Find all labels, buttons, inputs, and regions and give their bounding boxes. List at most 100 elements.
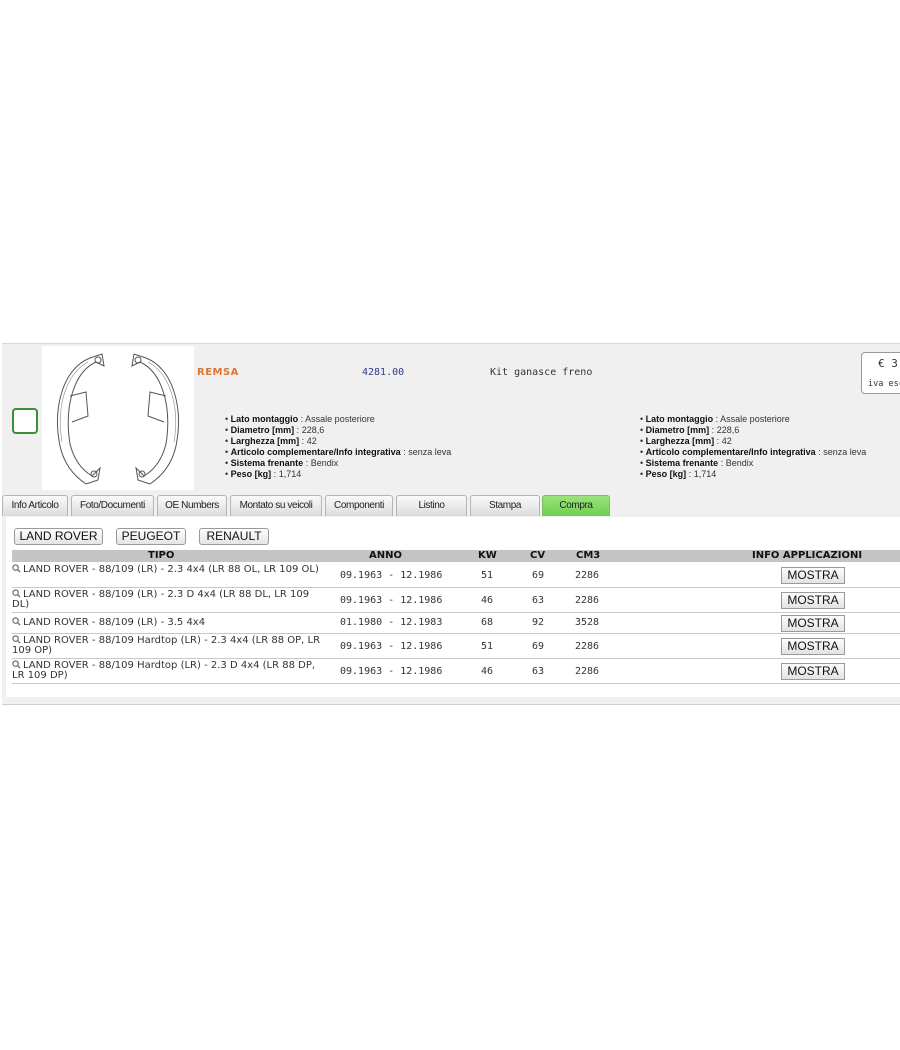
table-row: LAND ROVER - 88/109 (LR) - 2.3 4x4 (LR 8… (12, 563, 900, 588)
cell-anno: 09.1963 - 12.1986 (340, 570, 443, 581)
table-row: LAND ROVER - 88/109 (LR) - 2.3 D 4x4 (LR… (12, 588, 900, 613)
tab-compra[interactable]: Compra (542, 495, 610, 516)
cell-cv: 63 (532, 595, 545, 606)
spec-item: Diametro [mm] : 228,6 (640, 425, 866, 436)
spec-item: Peso [kg] : 1,714 (640, 469, 866, 480)
spec-item: Lato montaggio : Assale posteriore (225, 414, 451, 425)
tipo-text: LAND ROVER - 88/109 (LR) - 2.3 4x4 (LR 8… (23, 564, 319, 575)
header-anno: ANNO (369, 550, 402, 561)
spec-value: 228,6 (301, 425, 325, 435)
filter-renault-button[interactable]: RENAULT (199, 528, 269, 545)
spec-value: 228,6 (716, 425, 740, 435)
cell-anno: 09.1963 - 12.1986 (340, 666, 443, 677)
spec-label: Lato montaggio (645, 414, 714, 424)
tab-componenti[interactable]: Componenti (325, 495, 393, 516)
cell-anno: 01.1980 - 12.1983 (340, 617, 443, 628)
tipo-text: LAND ROVER - 88/109 Hardtop (LR) - 2.3 4… (12, 635, 321, 656)
spec-label: Larghezza [mm] (230, 436, 300, 446)
product-image (42, 346, 194, 490)
cell-cv: 69 (532, 641, 545, 652)
search-icon (12, 617, 21, 626)
spec-item: Larghezza [mm] : 42 (640, 436, 866, 447)
cell-tipo[interactable]: LAND ROVER - 88/109 (LR) - 2.3 4x4 (LR 8… (12, 564, 327, 575)
tab-stampa[interactable]: Stampa (470, 495, 540, 516)
cell-kw: 46 (481, 666, 494, 677)
specs-list: Lato montaggio : Assale posteriore Diame… (225, 414, 452, 480)
spec-item: Peso [kg] : 1,714 (225, 469, 451, 480)
spec-label: Peso [kg] (230, 469, 272, 479)
spec-value: Assale posteriore (305, 414, 375, 424)
search-icon (12, 635, 21, 644)
spec-label: Diametro [mm] (230, 425, 295, 435)
tab-montato-su-veicoli[interactable]: Montato su veicoli (230, 495, 322, 516)
filter-land-rover-button[interactable]: LAND ROVER (14, 528, 103, 545)
mostra-button[interactable]: MOSTRA (781, 567, 845, 584)
spec-label: Peso [kg] (645, 469, 687, 479)
search-icon (12, 660, 21, 669)
cell-tipo[interactable]: LAND ROVER - 88/109 Hardtop (LR) - 2.3 4… (12, 635, 327, 656)
header-cm3: CM3 (576, 550, 601, 561)
table-row: LAND ROVER - 88/109 Hardtop (LR) - 2.3 D… (12, 659, 900, 684)
search-icon (12, 564, 21, 573)
tab-info-articolo[interactable]: Info Articolo (2, 495, 68, 516)
tipo-text: LAND ROVER - 88/109 Hardtop (LR) - 2.3 D… (12, 660, 316, 681)
spec-item: Sistema frenante : Bendix (225, 458, 451, 469)
spec-value: senza leva (408, 447, 452, 457)
product-brand: REMSA (197, 367, 239, 378)
header-info-applicazioni: INFO APPLICAZIONI (752, 550, 863, 561)
cell-tipo[interactable]: LAND ROVER - 88/109 (LR) - 3.5 4x4 (12, 617, 327, 628)
spec-value: senza leva (823, 447, 867, 457)
cell-anno: 09.1963 - 12.1986 (340, 595, 443, 606)
cell-cm3: 2286 (575, 666, 600, 677)
spec-value: Bendix (310, 458, 339, 468)
spec-value: 1,714 (278, 469, 302, 479)
cell-cm3: 2286 (575, 595, 600, 606)
spec-item: Sistema frenante : Bendix (640, 458, 866, 469)
price-box: € 3 iva esc (861, 352, 900, 394)
brake-shoe-icon (57, 353, 179, 485)
cell-cv: 63 (532, 666, 545, 677)
cell-kw: 51 (481, 570, 494, 581)
cell-cv: 92 (532, 617, 545, 628)
spec-value: 42 (306, 436, 317, 446)
tab-foto-documenti[interactable]: Foto/Documenti (71, 495, 154, 516)
spec-value: 42 (721, 436, 732, 446)
mostra-button[interactable]: MOSTRA (781, 663, 845, 680)
tab-oe-numbers[interactable]: OE Numbers (157, 495, 227, 516)
tab-listino[interactable]: Listino (396, 495, 467, 516)
cell-cm3: 2286 (575, 641, 600, 652)
price-value: € 3 (878, 357, 898, 370)
select-checkbox[interactable] (12, 408, 38, 434)
cell-kw: 68 (481, 617, 494, 628)
product-code[interactable]: 4281.00 (362, 367, 404, 378)
spec-label: Lato montaggio (230, 414, 299, 424)
tipo-text: LAND ROVER - 88/109 (LR) - 3.5 4x4 (23, 617, 206, 628)
table-row: LAND ROVER - 88/109 (LR) - 3.5 4x4 01.19… (12, 613, 900, 634)
mostra-button[interactable]: MOSTRA (781, 615, 845, 632)
spec-item: Articolo complementare/Info integrativa … (640, 447, 867, 458)
header-tipo: TIPO (148, 550, 175, 561)
product-description: Kit ganasce freno (490, 367, 593, 378)
specs-list-duplicate: Lato montaggio : Assale posteriore Diame… (640, 414, 867, 480)
cell-cm3: 2286 (575, 570, 600, 581)
spec-value: Assale posteriore (720, 414, 790, 424)
filter-peugeot-button[interactable]: PEUGEOT (116, 528, 186, 545)
spec-item: Larghezza [mm] : 42 (225, 436, 451, 447)
cell-cm3: 3528 (575, 617, 600, 628)
header-kw: KW (478, 550, 497, 561)
spec-value: 1,714 (693, 469, 717, 479)
spec-label: Sistema frenante (230, 458, 304, 468)
spec-item: Lato montaggio : Assale posteriore (640, 414, 866, 425)
spec-item: Articolo complementare/Info integrativa … (225, 447, 452, 458)
mostra-button[interactable]: MOSTRA (781, 592, 845, 609)
spec-value: Bendix (725, 458, 754, 468)
header-cv: CV (530, 550, 546, 561)
spec-label: Articolo complementare/Info integrativa (645, 447, 816, 457)
spec-label: Articolo complementare/Info integrativa (230, 447, 401, 457)
cell-kw: 51 (481, 641, 494, 652)
spec-label: Sistema frenante (645, 458, 719, 468)
spec-label: Larghezza [mm] (645, 436, 715, 446)
mostra-button[interactable]: MOSTRA (781, 638, 845, 655)
cell-tipo[interactable]: LAND ROVER - 88/109 (LR) - 2.3 D 4x4 (LR… (12, 589, 327, 610)
cell-tipo[interactable]: LAND ROVER - 88/109 Hardtop (LR) - 2.3 D… (12, 660, 327, 681)
